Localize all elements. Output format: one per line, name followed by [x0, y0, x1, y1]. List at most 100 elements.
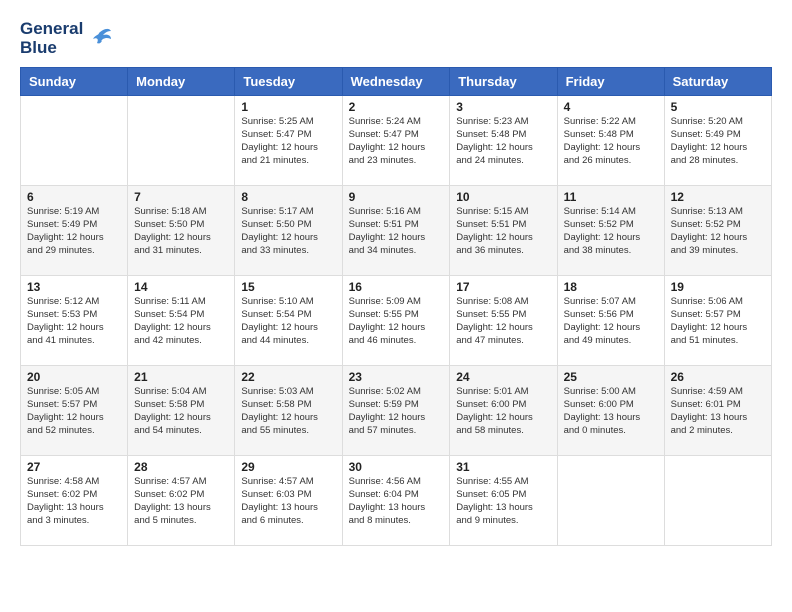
header-row: SundayMondayTuesdayWednesdayThursdayFrid… [21, 68, 772, 96]
day-number: 12 [671, 190, 765, 204]
week-row-3: 13Sunrise: 5:12 AMSunset: 5:53 PMDayligh… [21, 276, 772, 366]
column-header-wednesday: Wednesday [342, 68, 450, 96]
day-cell [21, 96, 128, 186]
day-info: Sunrise: 5:19 AMSunset: 5:49 PMDaylight:… [27, 206, 121, 257]
day-cell: 6 Sunrise: 5:19 AMSunset: 5:49 PMDaylight… [21, 186, 128, 276]
day-info: Sunrise: 5:04 AMSunset: 5:58 PMDaylight:… [134, 386, 228, 437]
day-cell: 29Sunrise: 4:57 AMSunset: 6:03 PMDayligh… [235, 456, 342, 546]
day-number: 25 [564, 370, 658, 384]
calendar-table: SundayMondayTuesdayWednesdayThursdayFrid… [20, 67, 772, 546]
column-header-thursday: Thursday [450, 68, 557, 96]
day-cell: 19 Sunrise: 5:06 AMSunset: 5:57 PMDayligh… [664, 276, 771, 366]
day-cell: 22 Sunrise: 5:03 AMSunset: 5:58 PMDayligh… [235, 366, 342, 456]
day-info: Sunrise: 5:13 AMSunset: 5:52 PMDaylight:… [671, 206, 765, 257]
day-number: 29 [241, 460, 335, 474]
column-header-friday: Friday [557, 68, 664, 96]
week-row-1: 1 Sunrise: 5:25 AMSunset: 5:47 PMDaylight… [21, 96, 772, 186]
day-cell: 1 Sunrise: 5:25 AMSunset: 5:47 PMDaylight… [235, 96, 342, 186]
day-number: 28 [134, 460, 228, 474]
day-cell [557, 456, 664, 546]
day-number: 27 [27, 460, 121, 474]
day-cell: 25 Sunrise: 5:00 AMSunset: 6:00 PMDayligh… [557, 366, 664, 456]
day-cell: 17 Sunrise: 5:08 AMSunset: 5:55 PMDayligh… [450, 276, 557, 366]
day-number: 3 [456, 100, 550, 114]
day-number: 31 [456, 460, 550, 474]
logo-bird-icon [85, 25, 113, 53]
day-info: Sunrise: 5:00 AMSunset: 6:00 PMDaylight:… [564, 386, 658, 437]
day-info: Sunrise: 5:25 AMSunset: 5:47 PMDaylight:… [241, 116, 335, 167]
day-info: Sunrise: 4:55 AMSunset: 6:05 PMDaylight:… [456, 476, 550, 527]
day-info: Sunrise: 5:10 AMSunset: 5:54 PMDaylight:… [241, 296, 335, 347]
day-cell: 11 Sunrise: 5:14 AMSunset: 5:52 PMDayligh… [557, 186, 664, 276]
day-cell: 27 Sunrise: 4:58 AMSunset: 6:02 PMDayligh… [21, 456, 128, 546]
column-header-saturday: Saturday [664, 68, 771, 96]
day-number: 1 [241, 100, 335, 114]
day-number: 13 [27, 280, 121, 294]
day-number: 30 [349, 460, 444, 474]
day-info: Sunrise: 5:07 AMSunset: 5:56 PMDaylight:… [564, 296, 658, 347]
day-info: Sunrise: 5:18 AMSunset: 5:50 PMDaylight:… [134, 206, 228, 257]
day-number: 4 [564, 100, 658, 114]
day-cell: 30 Sunrise: 4:56 AMSunset: 6:04 PMDayligh… [342, 456, 450, 546]
day-cell: 21Sunrise: 5:04 AMSunset: 5:58 PMDayligh… [128, 366, 235, 456]
day-number: 17 [456, 280, 550, 294]
day-number: 23 [349, 370, 444, 384]
day-cell [664, 456, 771, 546]
day-info: Sunrise: 4:58 AMSunset: 6:02 PMDaylight:… [27, 476, 121, 527]
day-cell: 31 Sunrise: 4:55 AMSunset: 6:05 PMDayligh… [450, 456, 557, 546]
logo-line1: General [20, 20, 83, 39]
day-cell: 23 Sunrise: 5:02 AMSunset: 5:59 PMDayligh… [342, 366, 450, 456]
day-number: 22 [241, 370, 335, 384]
day-info: Sunrise: 4:59 AMSunset: 6:01 PMDaylight:… [671, 386, 765, 437]
day-info: Sunrise: 5:09 AMSunset: 5:55 PMDaylight:… [349, 296, 444, 347]
day-info: Sunrise: 5:15 AMSunset: 5:51 PMDaylight:… [456, 206, 550, 257]
day-cell: 8 Sunrise: 5:17 AMSunset: 5:50 PMDaylight… [235, 186, 342, 276]
week-row-4: 20 Sunrise: 5:05 AMSunset: 5:57 PMDayligh… [21, 366, 772, 456]
day-cell: 15 Sunrise: 5:10 AMSunset: 5:54 PMDayligh… [235, 276, 342, 366]
column-header-tuesday: Tuesday [235, 68, 342, 96]
day-info: Sunrise: 5:06 AMSunset: 5:57 PMDaylight:… [671, 296, 765, 347]
day-number: 8 [241, 190, 335, 204]
day-info: Sunrise: 4:56 AMSunset: 6:04 PMDaylight:… [349, 476, 444, 527]
column-header-monday: Monday [128, 68, 235, 96]
day-number: 19 [671, 280, 765, 294]
day-number: 14 [134, 280, 228, 294]
day-cell: 5Sunrise: 5:20 AMSunset: 5:49 PMDaylight… [664, 96, 771, 186]
day-number: 11 [564, 190, 658, 204]
day-info: Sunrise: 5:20 AMSunset: 5:49 PMDaylight:… [671, 116, 765, 167]
logo-line2: Blue [20, 39, 83, 58]
day-info: Sunrise: 5:16 AMSunset: 5:51 PMDaylight:… [349, 206, 444, 257]
logo: General Blue [20, 20, 113, 57]
day-number: 10 [456, 190, 550, 204]
day-cell: 24Sunrise: 5:01 AMSunset: 6:00 PMDayligh… [450, 366, 557, 456]
day-info: Sunrise: 5:02 AMSunset: 5:59 PMDaylight:… [349, 386, 444, 437]
day-number: 26 [671, 370, 765, 384]
day-info: Sunrise: 5:01 AMSunset: 6:00 PMDaylight:… [456, 386, 550, 437]
day-info: Sunrise: 5:11 AMSunset: 5:54 PMDaylight:… [134, 296, 228, 347]
day-number: 20 [27, 370, 121, 384]
day-cell: 14 Sunrise: 5:11 AMSunset: 5:54 PMDayligh… [128, 276, 235, 366]
day-cell [128, 96, 235, 186]
day-info: Sunrise: 5:05 AMSunset: 5:57 PMDaylight:… [27, 386, 121, 437]
day-cell: 12 Sunrise: 5:13 AMSunset: 5:52 PMDayligh… [664, 186, 771, 276]
day-number: 18 [564, 280, 658, 294]
day-cell: 2Sunrise: 5:24 AMSunset: 5:47 PMDaylight… [342, 96, 450, 186]
column-header-sunday: Sunday [21, 68, 128, 96]
day-number: 16 [349, 280, 444, 294]
day-info: Sunrise: 5:17 AMSunset: 5:50 PMDaylight:… [241, 206, 335, 257]
day-number: 9 [349, 190, 444, 204]
day-cell: 4 Sunrise: 5:22 AMSunset: 5:48 PMDaylight… [557, 96, 664, 186]
day-info: Sunrise: 5:14 AMSunset: 5:52 PMDaylight:… [564, 206, 658, 257]
page-header: General Blue [20, 20, 772, 57]
day-cell: 26 Sunrise: 4:59 AMSunset: 6:01 PMDayligh… [664, 366, 771, 456]
day-info: Sunrise: 5:03 AMSunset: 5:58 PMDaylight:… [241, 386, 335, 437]
day-cell: 3 Sunrise: 5:23 AMSunset: 5:48 PMDaylight… [450, 96, 557, 186]
week-row-5: 27 Sunrise: 4:58 AMSunset: 6:02 PMDayligh… [21, 456, 772, 546]
day-number: 6 [27, 190, 121, 204]
day-number: 15 [241, 280, 335, 294]
week-row-2: 6 Sunrise: 5:19 AMSunset: 5:49 PMDaylight… [21, 186, 772, 276]
day-info: Sunrise: 5:22 AMSunset: 5:48 PMDaylight:… [564, 116, 658, 167]
day-cell: 13Sunrise: 5:12 AMSunset: 5:53 PMDayligh… [21, 276, 128, 366]
day-info: Sunrise: 5:08 AMSunset: 5:55 PMDaylight:… [456, 296, 550, 347]
day-info: Sunrise: 5:23 AMSunset: 5:48 PMDaylight:… [456, 116, 550, 167]
